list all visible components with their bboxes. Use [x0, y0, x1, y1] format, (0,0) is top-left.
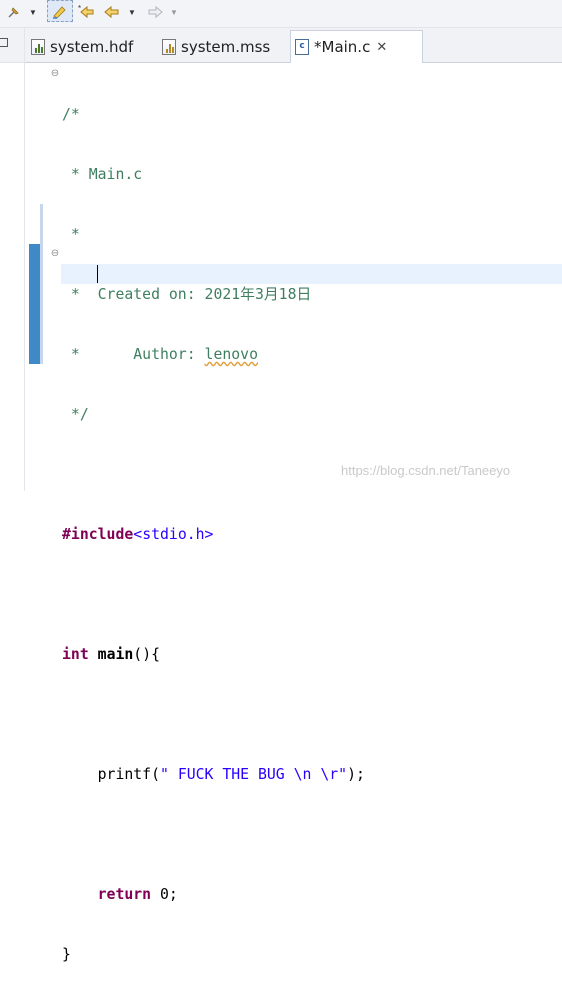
code-editor[interactable]: ⊖ ⊖ /* * Main.c * * Created on: 2021年3月1…: [25, 63, 562, 963]
chevron-down-icon[interactable]: ▼: [27, 2, 39, 22]
code-line: /*: [62, 106, 80, 123]
code-line: int main(){: [62, 645, 365, 665]
code-line: }: [62, 946, 71, 963]
function-name: main: [97, 646, 134, 663]
code-line: * Main.c: [62, 166, 143, 183]
change-ruler-shadow: [40, 244, 43, 364]
include-file: <stdio.h>: [133, 526, 214, 543]
tab-system-hdf[interactable]: system.hdf: [31, 31, 133, 62]
change-ruler: [25, 63, 43, 491]
string-literal: " FUCK THE BUG \n \r": [160, 766, 348, 783]
left-panel-stub: [0, 28, 25, 491]
editor-tab-bar: system.hdf system.mss c *Main.c ✕: [25, 28, 562, 63]
code-line: * Author: lenovo: [62, 345, 365, 365]
code-punct: );: [347, 766, 365, 783]
code-line: #include<stdio.h>: [62, 525, 365, 545]
restore-view-icon[interactable]: [0, 38, 8, 47]
fold-collapse-icon[interactable]: ⊖: [50, 69, 60, 79]
watermark: https://blog.csdn.net/Taneeyo: [341, 463, 511, 478]
code-line: * Created on: 2021年3月18日: [62, 286, 312, 303]
forward-arrow-icon[interactable]: [144, 2, 166, 22]
hdf-file-icon: [31, 38, 45, 55]
tab-system-mss[interactable]: system.mss: [162, 31, 270, 62]
tab-label: *Main.c: [314, 38, 371, 56]
last-edit-location-icon[interactable]: *: [76, 2, 98, 22]
tab-main-c[interactable]: c *Main.c ✕: [290, 30, 423, 63]
left-panel-header: [0, 28, 24, 63]
author-name: lenovo: [204, 346, 258, 363]
toggle-annotation-button[interactable]: [47, 0, 73, 22]
pin-icon[interactable]: [3, 2, 25, 22]
svg-text:*: *: [78, 4, 81, 13]
include-directive: #include: [62, 526, 134, 543]
code-line: printf(" FUCK THE BUG \n \r");: [62, 765, 365, 785]
main-toolbar: ▼ * ▼ ▼: [0, 0, 562, 28]
code-line: */: [62, 406, 89, 423]
code-punct: (){: [133, 646, 161, 663]
tab-label: system.hdf: [50, 37, 134, 56]
mss-file-icon: [162, 38, 176, 55]
code-text: 0;: [151, 886, 178, 903]
chevron-down-icon[interactable]: ▼: [126, 2, 138, 22]
code-line: *: [62, 226, 80, 243]
chevron-down-icon[interactable]: ▼: [168, 2, 180, 22]
change-ruler-mark: [40, 204, 43, 244]
code-line: return 0;: [62, 885, 365, 905]
back-arrow-icon[interactable]: [101, 2, 123, 22]
keyword-int: int: [62, 646, 89, 663]
close-icon[interactable]: ✕: [376, 40, 387, 55]
keyword-return: return: [97, 886, 152, 903]
tab-label: system.mss: [181, 37, 271, 56]
comment-text: * Author:: [62, 346, 205, 363]
fold-collapse-icon[interactable]: ⊖: [50, 249, 60, 259]
c-source-file-icon: c: [295, 39, 309, 55]
code-text: printf(: [62, 766, 160, 783]
source-code[interactable]: /* * Main.c * * Created on: 2021年3月18日 *…: [62, 65, 365, 982]
code-line-current: [62, 705, 365, 725]
